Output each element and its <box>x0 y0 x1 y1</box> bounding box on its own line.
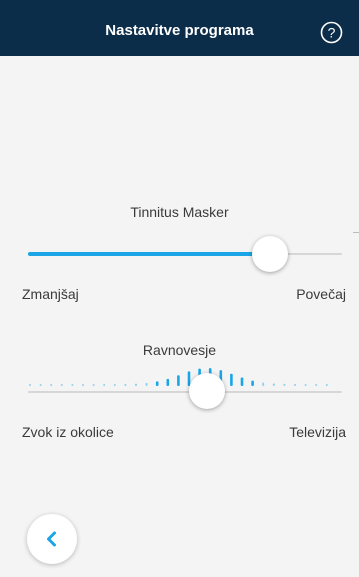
back-button[interactable] <box>27 514 77 564</box>
balance-level-bar <box>50 384 53 386</box>
balance-level-bar <box>262 382 265 386</box>
balance-level-bar <box>39 384 42 386</box>
balance-level-bar <box>283 383 286 386</box>
balance-level-bar <box>325 384 328 386</box>
balance-level-bar <box>272 383 275 386</box>
balance-slider-thumb[interactable] <box>188 373 225 409</box>
balance-level-bar <box>166 378 170 386</box>
balance-level-bar <box>82 384 84 386</box>
chevron-left-icon <box>47 531 56 547</box>
balance-level-marks <box>29 368 328 386</box>
balance-level-bar <box>230 373 233 386</box>
balance-level-bar <box>294 383 296 386</box>
balance-level-bar <box>145 382 148 386</box>
balance-level-bar <box>251 380 254 386</box>
balance-level-bar <box>135 383 137 386</box>
balance-level-bar <box>304 384 307 386</box>
balance-level-bar <box>60 384 63 386</box>
balance-level-bar <box>29 384 31 386</box>
balance-level-bar <box>315 384 318 386</box>
balance-level-bar <box>103 384 106 386</box>
balance-level-bar <box>240 377 244 386</box>
balance-level-bar <box>71 384 74 386</box>
program-settings-screen: Nastavitve programa ? Tinnitus Masker Zm… <box>0 0 359 577</box>
balance-level-bar <box>177 375 180 386</box>
balance-level-bar <box>113 384 116 386</box>
balance-level-bar <box>155 381 159 386</box>
balance-level-bar <box>92 384 95 386</box>
balance-left-label: Zvok iz okolice <box>22 424 114 440</box>
balance-right-label: Televizija <box>289 424 346 440</box>
balance-level-bar <box>124 383 127 386</box>
